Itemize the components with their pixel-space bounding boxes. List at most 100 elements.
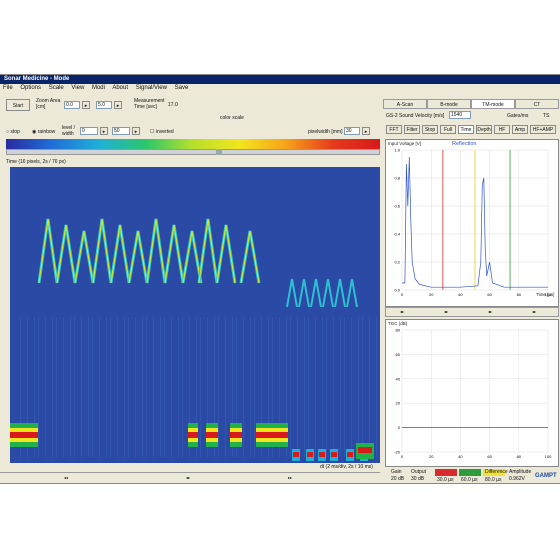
graph1-scroll-d[interactable]: ◂▸	[532, 309, 536, 314]
start-button[interactable]: Start	[6, 99, 30, 111]
difference-label: Difference	[485, 469, 508, 475]
spectro-streak	[376, 317, 377, 457]
stop-label: stop	[10, 129, 20, 135]
level-stepper[interactable]: ▸	[100, 127, 108, 135]
sound-velocity-label: Sound Velocity [m/s]	[399, 113, 445, 119]
g1-ytick: 0.8	[394, 176, 400, 181]
spectro-streak	[99, 317, 100, 457]
spectro-streak	[81, 317, 82, 457]
subtab-filter[interactable]: Filter	[404, 125, 420, 134]
rainbow-radio[interactable]: ◉ rainbow	[32, 129, 55, 135]
zoom-area-label: Zoom Area [cm]	[36, 98, 61, 110]
inverted-label: inverted	[155, 129, 174, 135]
scroll-right-arrow[interactable]: ▸▸	[288, 475, 292, 480]
spectro-streak	[38, 317, 39, 457]
band-left-core	[10, 432, 38, 438]
bottom-scrollbar[interactable]: ◂◂ ◂▸ ▸▸	[0, 472, 380, 482]
subtab-amp[interactable]: Amp	[512, 125, 528, 134]
spectro-streak	[70, 317, 71, 457]
menu-modi[interactable]: Modi	[92, 85, 105, 91]
spectro-streak	[290, 317, 291, 457]
device-label: GS-2	[386, 113, 398, 119]
tgc-graph: TGC (dB) 80 60 40 20 0 -20 0 20 40 60 80 100	[385, 319, 559, 467]
pixelwidth-input[interactable]: 30	[344, 127, 360, 135]
g2-ytick: 60	[396, 352, 401, 357]
spectro-peak-small	[298, 278, 310, 308]
spectro-streak	[160, 317, 161, 457]
g1-ytick: 0.0	[394, 288, 400, 293]
spectrogram-footer-label: dt (2 ms/div, 2s / 10 ms)	[320, 464, 373, 470]
spectro-peak	[109, 224, 131, 284]
tab-b-mode[interactable]: B-mode	[427, 99, 471, 109]
spectrum-range-slider[interactable]	[6, 149, 380, 155]
g2-xtick: 0	[401, 454, 404, 459]
spectro-streak	[142, 317, 143, 457]
stop-radio[interactable]: ○ stop	[6, 129, 20, 135]
g2-ytick: 20	[396, 401, 401, 406]
subtab-time[interactable]: Time	[458, 125, 474, 134]
zoom-stepper-2[interactable]: ▸	[114, 101, 122, 109]
menu-signal-view[interactable]: Signal/View	[136, 85, 167, 91]
spectro-peak-small	[346, 278, 358, 308]
g2-xtick: 20	[429, 454, 434, 459]
tab-a-scan[interactable]: A-Scan	[383, 99, 427, 109]
level-width-label: level / width	[62, 125, 76, 137]
pixelwidth-stepper[interactable]: ▸	[362, 127, 370, 135]
band-small-core	[293, 452, 299, 457]
zoom-stepper-1[interactable]: ▸	[82, 101, 90, 109]
menu-options[interactable]: Options	[20, 85, 41, 91]
graph1-scroll[interactable]: ◂▸ ◂▸ ◂▸ ◂▸	[385, 307, 559, 317]
amplitude-value: 0.962V	[509, 476, 525, 482]
g1-ytick: 0.2	[394, 260, 400, 265]
subtab-hf-amp[interactable]: HF+AMP	[530, 125, 556, 134]
spectro-streak	[250, 317, 251, 457]
sound-velocity-input[interactable]: 1540	[449, 111, 471, 119]
subtab-hf[interactable]: HF	[494, 125, 510, 134]
tab-ct[interactable]: CT	[515, 99, 559, 109]
spectro-streak	[369, 317, 370, 457]
g2-ytick: 40	[396, 376, 401, 381]
zoom-from-input[interactable]: 0.0	[64, 101, 80, 109]
spectrum-slider-handle[interactable]	[216, 149, 222, 155]
amplitude-label: Amplitude	[509, 469, 532, 475]
subtab-fft[interactable]: FFT	[386, 125, 402, 134]
tab-tm-mode[interactable]: TM-mode	[471, 99, 515, 109]
width-input[interactable]: 50	[112, 127, 130, 135]
gampt-logo: GAMPT	[535, 473, 557, 479]
tgc-plot: 806040200-200 20 40 60 80 100	[394, 328, 552, 460]
graph1-scroll-c[interactable]: ◂▸	[488, 309, 492, 314]
menu-about[interactable]: About	[112, 85, 128, 91]
spectrogram-overlay	[10, 218, 377, 461]
subtab-depth[interactable]: Depth	[476, 125, 492, 134]
spectro-peak	[127, 230, 149, 284]
menu-scale[interactable]: Scale	[49, 85, 64, 91]
app-window: Sonar Medicine - Mode File Options Scale…	[0, 74, 560, 484]
output-value: 30 dB	[411, 476, 425, 482]
graph1-scroll-b[interactable]: ◂▸	[444, 309, 448, 314]
band-a-core	[188, 432, 198, 438]
g1-xtick: 0	[401, 292, 404, 297]
menu-save[interactable]: Save	[175, 85, 189, 91]
menu-view[interactable]: View	[71, 85, 84, 91]
level-input[interactable]: 0	[80, 127, 98, 135]
graph1-scroll-a[interactable]: ◂▸	[400, 309, 404, 314]
spectro-streak	[297, 317, 298, 457]
gain-label: Gain	[391, 469, 402, 475]
scroll-mid-arrow[interactable]: ◂▸	[186, 475, 190, 480]
g2-xtick: 40	[458, 454, 463, 459]
width-stepper[interactable]: ▸	[132, 127, 140, 135]
inverted-checkbox[interactable]: ☐ inverted	[150, 129, 174, 135]
scroll-left-arrow[interactable]: ◂◂	[64, 475, 68, 480]
spectro-peak	[37, 218, 59, 284]
spectro-peak	[145, 218, 167, 284]
subtab-stop[interactable]: Stop	[422, 125, 438, 134]
gain-value: 20 dB	[391, 476, 405, 482]
measurement-time-value: 17.0	[168, 102, 178, 108]
subtab-full[interactable]: Full	[440, 125, 456, 134]
spectro-streak	[340, 317, 341, 457]
menu-file[interactable]: File	[3, 85, 13, 91]
spectro-streak	[322, 317, 323, 457]
output-label: Output	[411, 469, 427, 475]
zoom-to-input[interactable]: 5.0	[96, 101, 112, 109]
band-c-core	[230, 432, 242, 438]
